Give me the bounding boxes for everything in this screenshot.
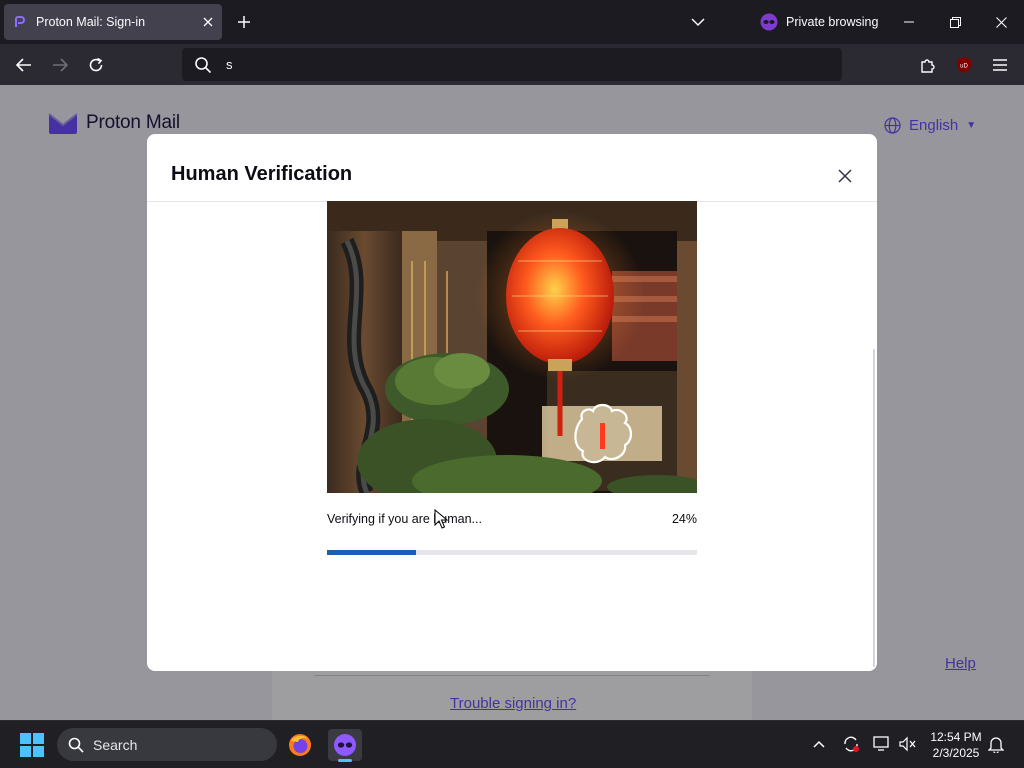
new-tab-plus-icon[interactable]	[230, 8, 258, 36]
active-app-indicator	[338, 759, 352, 762]
ublock-origin-icon[interactable]: uD	[949, 50, 979, 80]
human-verification-modal: Human Verification Verifying if you are …	[147, 134, 877, 671]
address-input[interactable]	[226, 57, 786, 72]
private-browsing-indicator: Private browsing	[760, 8, 878, 36]
verification-progress-bar	[327, 550, 697, 555]
restore-icon[interactable]	[932, 0, 978, 44]
firefox-taskbar-icon[interactable]	[283, 729, 317, 761]
forward-arrow-icon[interactable]	[45, 50, 75, 80]
tab-close-icon[interactable]	[194, 8, 222, 36]
firefox-private-taskbar-icon[interactable]	[328, 729, 362, 762]
windows-start-icon[interactable]	[20, 733, 44, 757]
modal-scrollbar[interactable]	[873, 349, 875, 667]
progress-percent: 24%	[671, 512, 697, 526]
back-arrow-icon[interactable]	[9, 50, 39, 80]
captcha-puzzle-image[interactable]	[327, 201, 697, 493]
proton-favicon-icon	[15, 16, 25, 27]
verification-status: Verifying if you are human... 24%	[327, 512, 697, 526]
modal-header: Human Verification	[147, 134, 877, 202]
private-mask-icon	[760, 13, 778, 31]
svg-text:uD: uD	[960, 64, 968, 70]
browser-tab-strip: Proton Mail: Sign-in Private browsing	[0, 0, 1024, 44]
mouse-cursor-icon	[434, 509, 448, 529]
taskbar-clock[interactable]: 12:54 PM 2/3/2025	[920, 729, 992, 761]
private-browsing-label: Private browsing	[786, 15, 879, 29]
browser-tab-active[interactable]: Proton Mail: Sign-in	[4, 4, 222, 40]
clock-date: 2/3/2025	[932, 746, 980, 760]
volume-muted-icon[interactable]	[897, 733, 919, 755]
tab-title: Proton Mail: Sign-in	[36, 15, 146, 29]
hamburger-menu-icon[interactable]	[985, 50, 1015, 80]
reload-icon[interactable]	[81, 50, 111, 80]
clock-time: 12:54 PM	[930, 730, 982, 744]
search-icon	[68, 737, 84, 753]
search-icon	[195, 56, 212, 73]
notification-bell-icon[interactable]	[985, 733, 1007, 755]
windows-taskbar: Search 12:54 PM 2/3/2025	[0, 720, 1024, 768]
list-all-tabs-chevron-icon[interactable]	[684, 8, 712, 36]
extensions-puzzle-icon[interactable]	[913, 50, 943, 80]
address-bar[interactable]	[182, 48, 842, 81]
status-text: Verifying if you are human...	[327, 512, 482, 526]
taskbar-search-box[interactable]: Search	[57, 728, 277, 761]
taskbar-search-label: Search	[93, 736, 138, 753]
modal-title: Human Verification	[171, 163, 353, 185]
modal-close-icon[interactable]	[831, 162, 859, 190]
progress-fill	[327, 550, 416, 555]
window-close-icon[interactable]	[978, 0, 1024, 44]
sync-status-icon[interactable]	[840, 733, 862, 755]
network-display-icon[interactable]	[871, 733, 893, 755]
show-hidden-icons-chevron-icon[interactable]	[808, 733, 830, 755]
navigation-toolbar: uD	[0, 44, 1024, 85]
minimize-icon[interactable]	[886, 0, 932, 44]
